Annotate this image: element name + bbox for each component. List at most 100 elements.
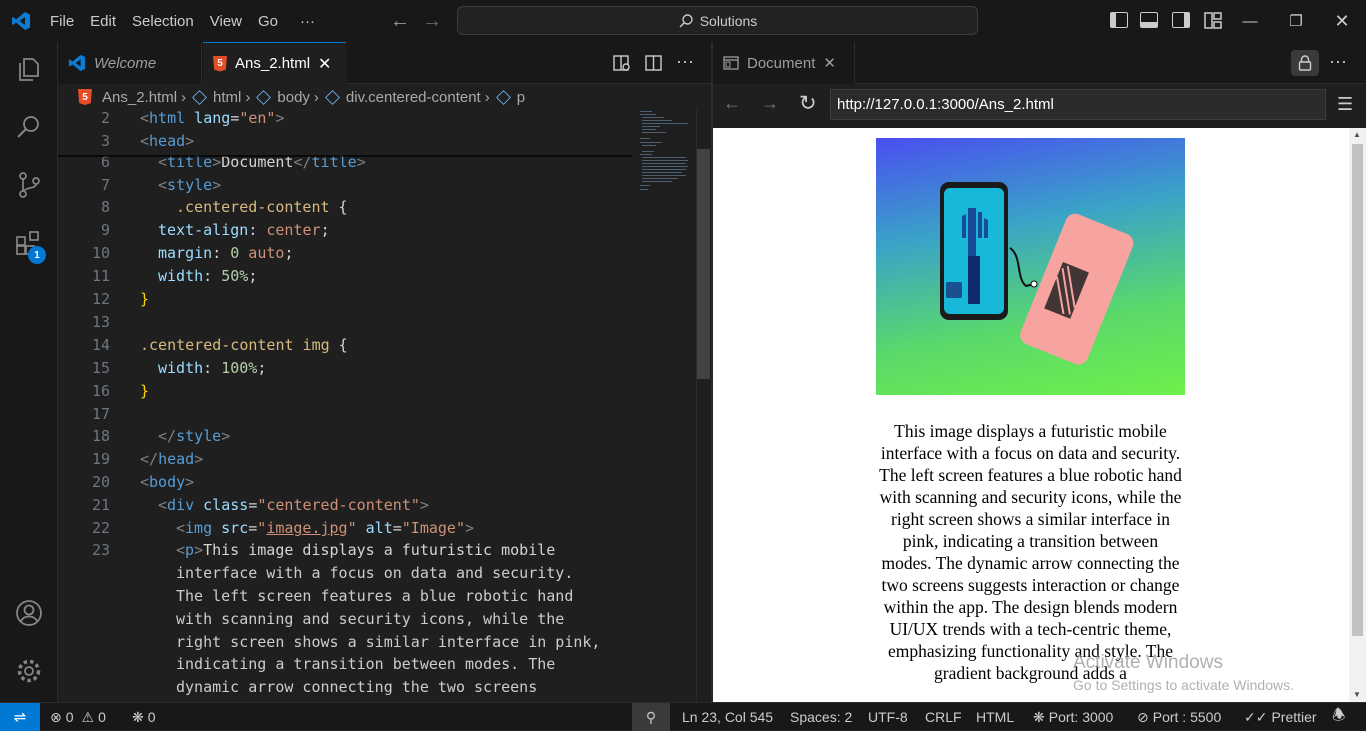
breadcrumb-item[interactable]: div.centered-content: [346, 89, 481, 106]
back-arrow-icon[interactable]: ←: [723, 93, 741, 114]
tab-label: Welcome: [94, 54, 157, 72]
command-center-label: Solutions: [699, 12, 758, 29]
reload-icon[interactable]: ↻: [799, 91, 817, 116]
settings-gear-icon[interactable]: [14, 656, 44, 686]
activate-windows-subtitle: Go to Settings to activate Windows.: [1073, 677, 1294, 693]
forward-arrow-icon[interactable]: →: [422, 10, 442, 33]
html-file-icon: 5: [78, 89, 92, 105]
go-live-port[interactable]: ⊘ Port : 5500: [1137, 703, 1221, 731]
symbol-element-icon: [325, 89, 340, 105]
minimap[interactable]: [636, 109, 694, 199]
line-number: 11: [91, 267, 110, 285]
restore-icon[interactable]: ❐: [1274, 0, 1318, 42]
code-line: <div class="centered-content">: [158, 496, 429, 514]
ports-indicator[interactable]: ❋ 0: [132, 703, 156, 731]
code-editor[interactable]: 2 <html lang="en"> 3 <head> 6 <title>Docume…: [58, 109, 695, 702]
code-line: <head>: [140, 132, 195, 150]
breadcrumb-item[interactable]: p: [517, 89, 525, 106]
symbol-element-icon: [495, 89, 511, 105]
customize-layout-icon[interactable]: [1204, 12, 1222, 29]
editor-scrollbar[interactable]: [696, 109, 710, 702]
command-center-search[interactable]: Solutions: [457, 6, 978, 35]
preview-scrollbar[interactable]: ▲ ▼: [1349, 128, 1366, 702]
url-input[interactable]: http://127.0.0.1:3000/Ans_2.html: [830, 89, 1326, 120]
code-line: text-align: center;: [158, 221, 330, 239]
menu-edit[interactable]: Edit: [82, 0, 124, 42]
code-line: width: 100%;: [158, 359, 267, 377]
accounts-icon[interactable]: [14, 598, 44, 628]
end-of-line[interactable]: CRLF: [925, 703, 962, 731]
zoom-indicator[interactable]: ⚲: [632, 703, 670, 731]
tab-ans2-html[interactable]: 5 Ans_2.html ✕: [203, 42, 346, 84]
broadcast-icon: ❋: [1033, 708, 1045, 725]
line-number: 7: [100, 176, 110, 194]
indentation[interactable]: Spaces: 2: [790, 703, 852, 731]
forward-arrow-icon[interactable]: →: [761, 93, 779, 114]
split-editor-icon[interactable]: [645, 54, 663, 72]
code-line: <img src="image.jpg" alt="Image">: [176, 519, 475, 537]
source-control-icon[interactable]: [14, 170, 44, 200]
menu-icon[interactable]: ☰: [1337, 94, 1353, 115]
preview-image: [876, 138, 1185, 395]
extensions-badge: 1: [28, 246, 46, 264]
error-icon: ⊗: [50, 708, 62, 725]
activity-bar: 1: [0, 42, 58, 702]
browser-icon: [723, 56, 739, 70]
back-arrow-icon[interactable]: ←: [390, 10, 410, 33]
scrollbar-thumb[interactable]: [697, 149, 710, 379]
explorer-icon[interactable]: [14, 54, 44, 84]
scroll-up-icon[interactable]: ▲: [1353, 130, 1361, 139]
menu-file[interactable]: File: [42, 0, 82, 42]
close-tab-icon[interactable]: ✕: [823, 54, 836, 72]
line-number: 3: [100, 132, 110, 150]
line-number: 20: [91, 473, 110, 491]
html-file-icon: 5: [213, 55, 227, 72]
more-actions-icon[interactable]: ···: [676, 51, 694, 72]
scroll-down-icon[interactable]: ▼: [1353, 690, 1361, 699]
breadcrumb-item[interactable]: body: [277, 89, 310, 106]
code-line: width: 50%;: [158, 267, 258, 285]
line-number: 19: [91, 450, 110, 468]
more-actions-icon[interactable]: ···: [1329, 51, 1347, 72]
preview-paragraph: This image displays a futuristic mobile …: [879, 421, 1182, 683]
code-line-wrapped: interface with a focus on data and secur…: [176, 564, 574, 582]
language-mode[interactable]: HTML: [976, 703, 1014, 731]
menu-view[interactable]: View: [202, 0, 250, 42]
ports-count: 0: [147, 709, 156, 725]
code-line: }: [140, 290, 150, 308]
tab-label: Document: [747, 54, 816, 72]
breadcrumb-item[interactable]: html: [213, 89, 241, 106]
tab-welcome[interactable]: Welcome: [58, 42, 202, 84]
minimize-icon[interactable]: —: [1228, 0, 1272, 42]
line-number: 8: [100, 198, 110, 216]
prettier-status[interactable]: ✓✓ Prettier: [1244, 703, 1317, 731]
toggle-primary-sidebar-icon[interactable]: [1110, 12, 1128, 28]
warning-count: 0: [98, 709, 106, 725]
tab-document-preview[interactable]: Document ✕: [713, 42, 855, 84]
breadcrumb-item[interactable]: Ans_2.html: [102, 89, 177, 106]
toggle-secondary-sidebar-icon[interactable]: [1172, 12, 1190, 28]
double-check-icon: ✓✓: [1244, 708, 1268, 725]
open-preview-icon[interactable]: [613, 54, 631, 72]
menu-more[interactable]: ···: [292, 0, 323, 42]
code-line: <html lang="en">: [140, 109, 285, 127]
scrollbar-thumb[interactable]: [1352, 144, 1363, 636]
close-icon[interactable]: ✕: [1320, 0, 1364, 42]
menu-go[interactable]: Go: [250, 0, 286, 42]
code-line: </style>: [158, 427, 231, 445]
line-number: 22: [91, 519, 110, 537]
vscode-logo-icon: [0, 0, 42, 42]
status-bar: ⇌ ⊗ 0 ⚠ 0 ❋ 0 ⚲ Ln 23, Col 545 Spaces: 2 UT…: [0, 702, 1366, 731]
encoding[interactable]: UTF-8: [868, 703, 908, 731]
search-icon[interactable]: [14, 112, 44, 142]
remote-indicator-icon[interactable]: ⇌: [0, 702, 40, 731]
notifications-bell-icon[interactable]: 🕭: [1332, 703, 1345, 731]
live-server-port[interactable]: ❋ Port: 3000: [1033, 703, 1113, 731]
lock-group-button[interactable]: [1291, 50, 1319, 76]
cursor-position[interactable]: Ln 23, Col 545: [682, 703, 773, 731]
toggle-panel-icon[interactable]: [1140, 12, 1158, 28]
chevron-right-icon: ›: [484, 88, 490, 106]
menu-selection[interactable]: Selection: [124, 0, 202, 42]
close-tab-icon[interactable]: ✕: [318, 54, 331, 74]
problems-indicator[interactable]: ⊗ 0 ⚠ 0: [50, 703, 106, 731]
